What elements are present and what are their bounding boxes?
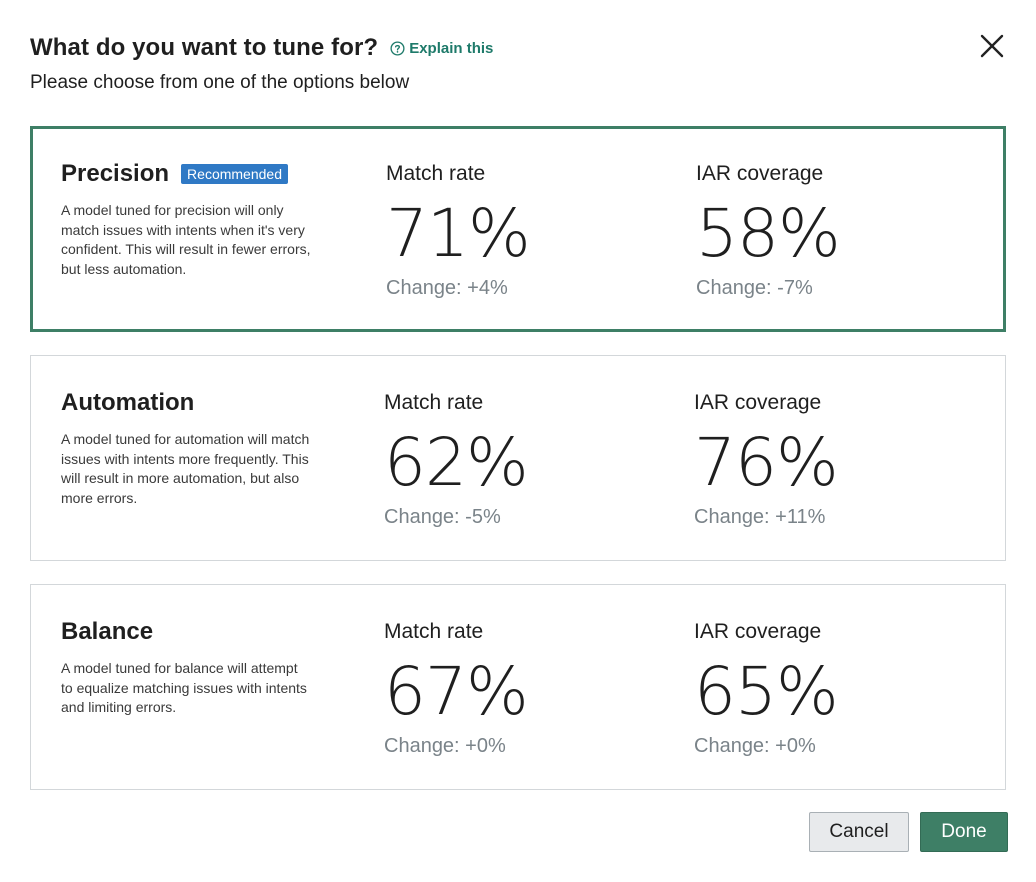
metric-label: IAR coverage — [694, 391, 822, 414]
metric-value: 65% — [694, 653, 839, 730]
metric-value: 71% — [386, 195, 531, 272]
option-card-balance[interactable]: Balance A model tuned for balance will a… — [30, 584, 1006, 790]
dialog-title: What do you want to tune for? — [30, 34, 379, 61]
option-description: A model tuned for automation will match … — [61, 431, 310, 506]
close-icon — [980, 34, 1004, 58]
metric-value: 67% — [384, 653, 529, 730]
metric-change: Change: +0% — [384, 735, 506, 757]
close-button[interactable] — [978, 32, 1006, 60]
option-content: Automation A model tuned for automation … — [61, 386, 1005, 560]
metric-iar-coverage: IAR coverage 65% Change: +0% — [694, 615, 954, 758]
metric-label: IAR coverage — [694, 620, 822, 643]
explain-label: Explain this — [409, 39, 494, 57]
help-circle-icon — [390, 40, 405, 56]
metric-value: 76% — [694, 424, 839, 501]
metric-change: Change: -7% — [696, 277, 813, 299]
metric-change: Change: +11% — [694, 506, 826, 528]
option-description: A model tuned for balance will attempt t… — [61, 660, 307, 715]
option-name: Balance — [61, 618, 154, 645]
cancel-button[interactable]: Cancel — [809, 812, 909, 852]
metric-label: IAR coverage — [696, 162, 824, 185]
metric-iar-coverage: IAR coverage 58% Change: -7% — [696, 157, 956, 300]
recommended-badge: Recommended — [181, 164, 288, 184]
metric-label: Match rate — [386, 162, 486, 185]
option-name: Automation — [61, 389, 195, 416]
metric-value: 62% — [384, 424, 529, 501]
tune-dialog: What do you want to tune for? Explain th… — [0, 0, 1036, 882]
metric-label: Match rate — [384, 620, 484, 643]
done-button[interactable]: Done — [920, 812, 1008, 852]
option-card-automation[interactable]: Automation A model tuned for automation … — [30, 355, 1006, 561]
dialog-subtitle: Please choose from one of the options be… — [30, 72, 410, 93]
metric-value: 58% — [696, 195, 841, 272]
option-name: Precision — [61, 160, 170, 187]
dialog-header: What do you want to tune for? Explain th… — [30, 30, 990, 94]
metric-change: Change: +4% — [386, 277, 508, 299]
metric-match-rate: Match rate 62% Change: -5% — [384, 386, 644, 529]
metric-change: Change: -5% — [384, 506, 501, 528]
metric-match-rate: Match rate 67% Change: +0% — [384, 615, 644, 758]
option-card-precision[interactable]: Precision Recommended A model tuned for … — [30, 126, 1006, 332]
option-content: Balance A model tuned for balance will a… — [61, 615, 1005, 789]
title-row: What do you want to tune for? Explain th… — [30, 30, 990, 66]
option-content: Precision Recommended A model tuned for … — [61, 157, 1003, 329]
option-description: A model tuned for precision will only ma… — [61, 202, 311, 277]
metric-iar-coverage: IAR coverage 76% Change: +11% — [694, 386, 954, 529]
metric-change: Change: +0% — [694, 735, 816, 757]
metric-match-rate: Match rate 71% Change: +4% — [386, 157, 646, 300]
metric-label: Match rate — [384, 391, 484, 414]
explain-link[interactable]: Explain this — [390, 40, 493, 57]
